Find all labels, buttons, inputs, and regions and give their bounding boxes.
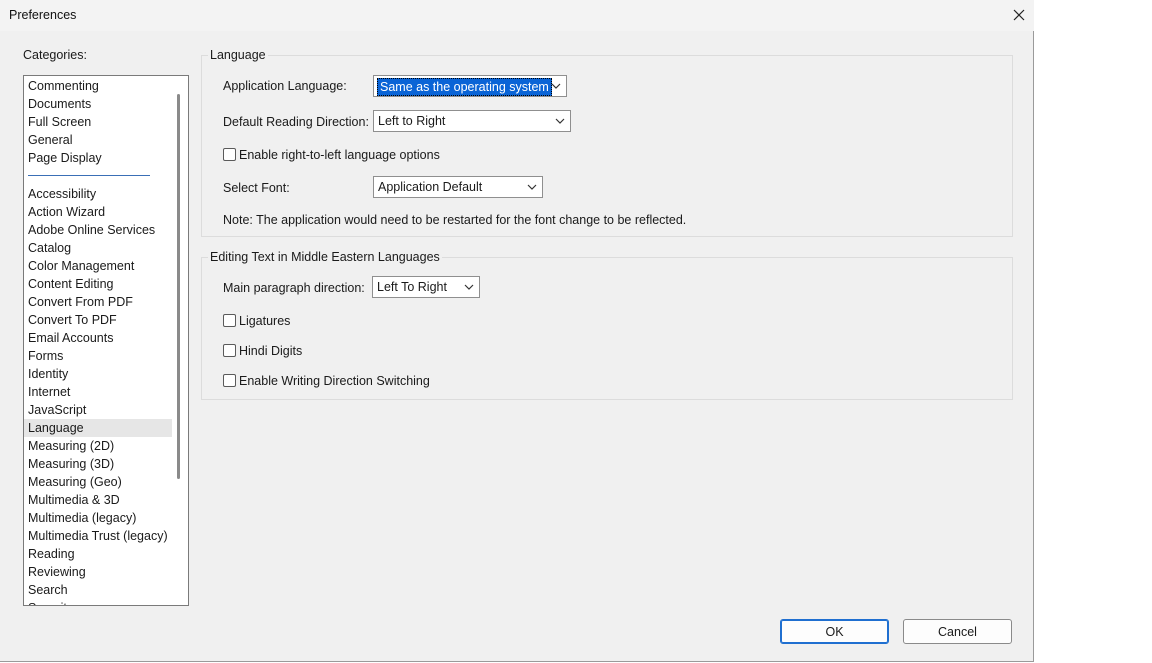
font-note: Note: The application would need to be r…: [223, 213, 687, 227]
sidebar-item[interactable]: Identity: [24, 365, 172, 383]
sidebar-item[interactable]: Color Management: [24, 257, 172, 275]
sidebar-item[interactable]: Security: [24, 599, 172, 605]
sidebar-item[interactable]: Measuring (3D): [24, 455, 172, 473]
sidebar-item[interactable]: General: [24, 131, 172, 149]
sidebar-item[interactable]: Accessibility: [24, 185, 172, 203]
sidebar-item[interactable]: Catalog: [24, 239, 172, 257]
preferences-dialog: Preferences Categories: Commenting Docume…: [0, 0, 1034, 662]
sidebar-item[interactable]: Documents: [24, 95, 172, 113]
scrollbar-thumb[interactable]: [177, 94, 180, 479]
font-select[interactable]: Application Default: [373, 176, 543, 198]
reading-direction-label: Default Reading Direction:: [223, 115, 369, 129]
sidebar-item[interactable]: Content Editing: [24, 275, 172, 293]
sidebar-item[interactable]: Adobe Online Services: [24, 221, 172, 239]
ligatures-checkbox[interactable]: [223, 314, 236, 327]
language-group-title: Language: [210, 48, 266, 62]
sidebar-item[interactable]: Search: [24, 581, 172, 599]
title-bar: Preferences: [0, 0, 1034, 31]
hindi-digits-label: Hindi Digits: [239, 344, 303, 358]
sidebar-item[interactable]: JavaScript: [24, 401, 172, 419]
paragraph-direction-select[interactable]: Left To Right: [372, 276, 480, 298]
sidebar-item[interactable]: Commenting: [24, 77, 172, 95]
sidebar-item[interactable]: Reading: [24, 545, 172, 563]
sidebar-item[interactable]: Internet: [24, 383, 172, 401]
categories-list[interactable]: Commenting Documents Full Screen General Pag…: [23, 75, 189, 606]
ligatures-label: Ligatures: [239, 314, 291, 328]
hindi-digits-checkbox[interactable]: [223, 344, 236, 357]
sidebar-item[interactable]: Forms: [24, 347, 172, 365]
chevron-down-icon: [555, 118, 565, 124]
close-icon: [1013, 9, 1025, 21]
font-value: Application Default: [378, 180, 483, 194]
categories-label: Categories:: [23, 48, 87, 62]
language-group: Language: [201, 48, 1013, 237]
window-title: Preferences: [9, 8, 77, 22]
sidebar-item[interactable]: Convert From PDF: [24, 293, 172, 311]
sidebar-item[interactable]: Language: [24, 419, 172, 437]
ok-button[interactable]: OK: [780, 619, 889, 644]
reading-direction-value: Left to Right: [378, 114, 446, 128]
app-language-value: Same as the operating system: [377, 78, 552, 96]
sidebar-item[interactable]: Measuring (2D): [24, 437, 172, 455]
sidebar-item[interactable]: Multimedia (legacy): [24, 509, 172, 527]
chevron-down-icon: [464, 284, 474, 290]
close-button[interactable]: [1007, 4, 1031, 26]
chevron-down-icon: [527, 184, 537, 190]
middle-eastern-group-title: Editing Text in Middle Eastern Languages: [210, 250, 440, 264]
rtl-checkbox-label: Enable right-to-left language options: [239, 148, 440, 162]
font-label: Select Font:: [223, 181, 290, 195]
app-language-label: Application Language:: [223, 79, 347, 93]
sidebar-item[interactable]: Multimedia & 3D: [24, 491, 172, 509]
paragraph-direction-label: Main paragraph direction:: [223, 281, 365, 295]
chevron-down-icon: [551, 83, 561, 89]
sidebar-item[interactable]: Page Display: [24, 149, 172, 167]
sidebar-item[interactable]: Full Screen: [24, 113, 172, 131]
rtl-checkbox[interactable]: [223, 148, 236, 161]
sidebar-item[interactable]: Reviewing: [24, 563, 172, 581]
sidebar-item[interactable]: Email Accounts: [24, 329, 172, 347]
app-language-select[interactable]: Same as the operating system: [373, 75, 567, 97]
sidebar-item[interactable]: Action Wizard: [24, 203, 172, 221]
sidebar-item[interactable]: Multimedia Trust (legacy): [24, 527, 172, 545]
category-separator: [28, 175, 150, 176]
cancel-button[interactable]: Cancel: [903, 619, 1012, 644]
writing-direction-checkbox[interactable]: [223, 374, 236, 387]
paragraph-direction-value: Left To Right: [377, 280, 447, 294]
reading-direction-select[interactable]: Left to Right: [373, 110, 571, 132]
categories-list-items: Commenting Documents Full Screen General Pag…: [24, 77, 172, 605]
writing-direction-label: Enable Writing Direction Switching: [239, 374, 430, 388]
sidebar-item[interactable]: Measuring (Geo): [24, 473, 172, 491]
sidebar-item[interactable]: Convert To PDF: [24, 311, 172, 329]
